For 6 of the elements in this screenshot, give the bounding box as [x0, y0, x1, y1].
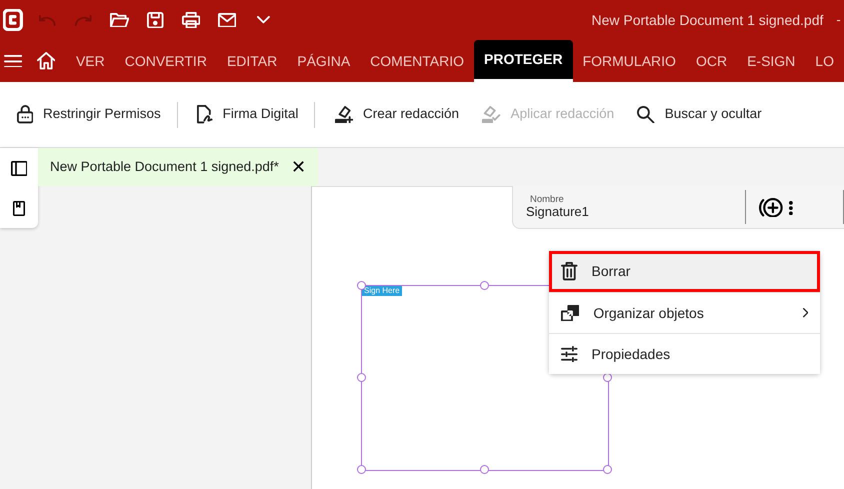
window-title: New Portable Document 1 signed.pdf	[591, 10, 824, 30]
title-suffix: -	[836, 11, 841, 30]
field-label: Nombre	[529, 195, 565, 205]
tab-title: New Portable Document 1 signed.pdf*	[50, 158, 279, 176]
sign-here-tag: Sign Here	[362, 286, 402, 296]
field-name: Signature1	[526, 204, 590, 219]
